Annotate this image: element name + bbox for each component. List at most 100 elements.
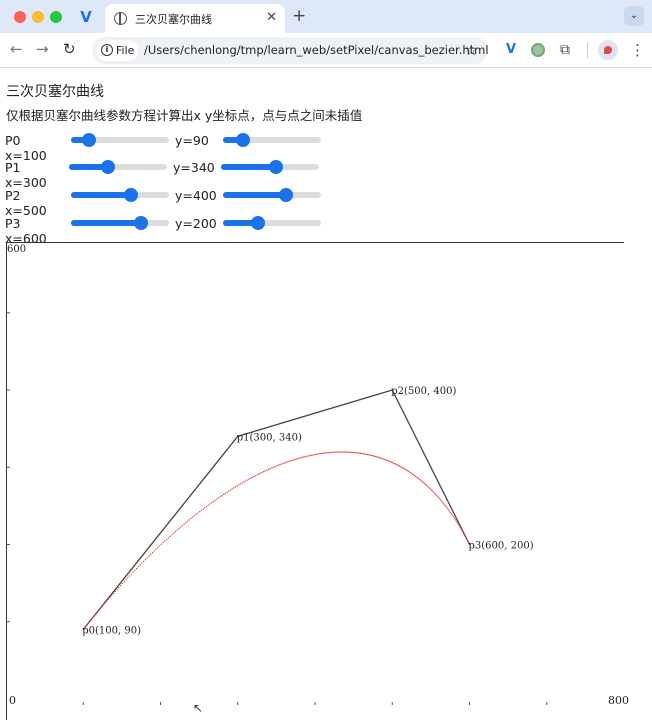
site-info-chip[interactable]: i File bbox=[96, 40, 138, 61]
curve-pixel bbox=[383, 458, 385, 460]
curve-pixel bbox=[449, 511, 451, 513]
bezier-canvas: p0(100, 90) p1(300, 340) p2(500, 400) p3(60… bbox=[6, 242, 629, 720]
curve-pixel bbox=[271, 467, 273, 469]
curve-pixel bbox=[391, 461, 393, 463]
curve-pixel bbox=[448, 510, 450, 512]
curve-pixel bbox=[174, 531, 176, 533]
curve-pixel bbox=[304, 456, 306, 458]
point-label-p3: p3(600, 200) bbox=[469, 541, 534, 552]
zoom-window-button[interactable] bbox=[50, 11, 62, 23]
curve-pixel bbox=[171, 534, 173, 536]
close-window-button[interactable] bbox=[14, 11, 26, 23]
tab-active[interactable]: 三次贝塞尔曲线 ✕ bbox=[105, 4, 285, 33]
curve-pixel bbox=[351, 451, 353, 453]
curve-pixel bbox=[321, 452, 323, 454]
curve-pixel bbox=[465, 536, 467, 539]
p2-x-label: P2 x=500 bbox=[5, 188, 47, 218]
curve-pixel bbox=[373, 455, 376, 457]
address-bar[interactable]: i File /Users/chenlong/tmp/learn_web/set… bbox=[92, 37, 489, 64]
curve-pixel bbox=[178, 528, 180, 530]
curve-pixel bbox=[315, 453, 317, 455]
curve-pixel bbox=[398, 465, 401, 467]
curve-pixel bbox=[362, 453, 364, 455]
curve-pixel bbox=[112, 592, 115, 595]
curve-pixel bbox=[462, 531, 464, 534]
curve-pixel bbox=[412, 473, 414, 476]
browser-menu-icon[interactable]: ⋮ bbox=[630, 41, 645, 59]
curve-pixel bbox=[183, 523, 185, 525]
tab-search-chevron-icon[interactable]: ⌄ bbox=[624, 6, 644, 26]
extension-v-icon[interactable]: V bbox=[502, 41, 520, 59]
curve-pixel bbox=[422, 481, 424, 483]
pinned-tab-v-icon[interactable]: V bbox=[76, 8, 96, 26]
extensions-puzzle-icon[interactable]: ⧉ bbox=[556, 41, 574, 59]
curve-pixel bbox=[463, 533, 465, 535]
curve-pixel bbox=[111, 594, 113, 597]
control-polygon bbox=[82, 389, 471, 630]
curve-pixel bbox=[314, 454, 316, 456]
curve-pixel bbox=[246, 479, 248, 481]
axis-y-max-label: 600 bbox=[7, 244, 26, 255]
curve-pixel bbox=[116, 588, 118, 591]
site-info-label: File bbox=[116, 44, 135, 57]
profile-avatar[interactable] bbox=[598, 40, 618, 60]
back-button[interactable]: ← bbox=[10, 40, 23, 58]
curve-pixel bbox=[107, 598, 109, 601]
minimize-window-button[interactable] bbox=[32, 11, 44, 23]
forward-button[interactable]: → bbox=[36, 40, 49, 58]
curve-pixel bbox=[392, 462, 394, 464]
curve-pixel bbox=[207, 504, 209, 506]
curve-pixel bbox=[407, 470, 409, 472]
curve-pixel bbox=[312, 454, 314, 456]
bookmark-star-icon[interactable]: ☆ bbox=[465, 41, 478, 59]
curve-pixel bbox=[277, 464, 279, 466]
curve-pixel bbox=[385, 459, 388, 461]
p1-y-slider[interactable] bbox=[221, 160, 319, 174]
curve-pixel bbox=[439, 498, 441, 500]
curve-pixel bbox=[451, 514, 453, 516]
point-label-p0: p0(100, 90) bbox=[82, 625, 141, 636]
curve-pixel bbox=[167, 537, 169, 539]
p0-y-slider[interactable] bbox=[223, 133, 321, 147]
p0-x-slider[interactable] bbox=[71, 133, 169, 147]
tab-strip: V 三次贝塞尔曲线 ✕ + ⌄ bbox=[0, 0, 652, 33]
curve-pixel bbox=[226, 491, 228, 493]
curve-pixel bbox=[454, 519, 456, 521]
curve-pixel bbox=[371, 454, 373, 457]
curve-pixel bbox=[447, 508, 449, 511]
curve-pixel bbox=[141, 562, 143, 564]
curve-pixel bbox=[279, 464, 281, 466]
url-text[interactable]: /Users/chenlong/tmp/learn_web/setPixel/c… bbox=[144, 43, 489, 57]
curve-pixel bbox=[102, 605, 104, 607]
curve-pixel bbox=[241, 482, 243, 484]
curve-pixel bbox=[368, 454, 370, 456]
curve-pixel bbox=[134, 569, 136, 572]
curve-pixel bbox=[320, 453, 322, 455]
extension-circle-icon[interactable] bbox=[529, 41, 547, 59]
point-labels: p0(100, 90) p1(300, 340) p2(500, 400) p3(60… bbox=[82, 386, 533, 636]
curve-pixel bbox=[310, 454, 313, 456]
reload-button[interactable]: ↻ bbox=[63, 40, 76, 58]
curve-pixel bbox=[233, 487, 235, 489]
toolbar-divider bbox=[587, 43, 588, 58]
curve-pixel bbox=[190, 517, 192, 520]
page-content: 三次贝塞尔曲线 仅根据贝塞尔曲线参数方程计算出x y坐标点，点与点之间未插值 P… bbox=[0, 69, 652, 720]
curve-pixel bbox=[186, 520, 189, 522]
curve-pixel bbox=[266, 469, 268, 471]
p2-y-slider[interactable] bbox=[223, 188, 321, 202]
curve-pixel bbox=[179, 526, 182, 528]
p3-x-slider[interactable] bbox=[71, 216, 169, 230]
curve-pixel bbox=[137, 566, 139, 568]
p2-x-slider[interactable] bbox=[71, 188, 169, 202]
curve-pixel bbox=[144, 558, 147, 561]
curve-pixel bbox=[98, 609, 100, 611]
curve-pixel bbox=[405, 469, 407, 471]
curve-pixel bbox=[440, 499, 442, 501]
p1-x-slider[interactable] bbox=[69, 160, 167, 174]
curve-pixel bbox=[416, 476, 418, 478]
p3-y-slider[interactable] bbox=[223, 216, 321, 230]
curve-pixel bbox=[396, 464, 398, 466]
new-tab-button[interactable]: + bbox=[292, 7, 306, 25]
curve-pixel bbox=[123, 581, 125, 583]
tab-close-icon[interactable]: ✕ bbox=[266, 10, 277, 26]
